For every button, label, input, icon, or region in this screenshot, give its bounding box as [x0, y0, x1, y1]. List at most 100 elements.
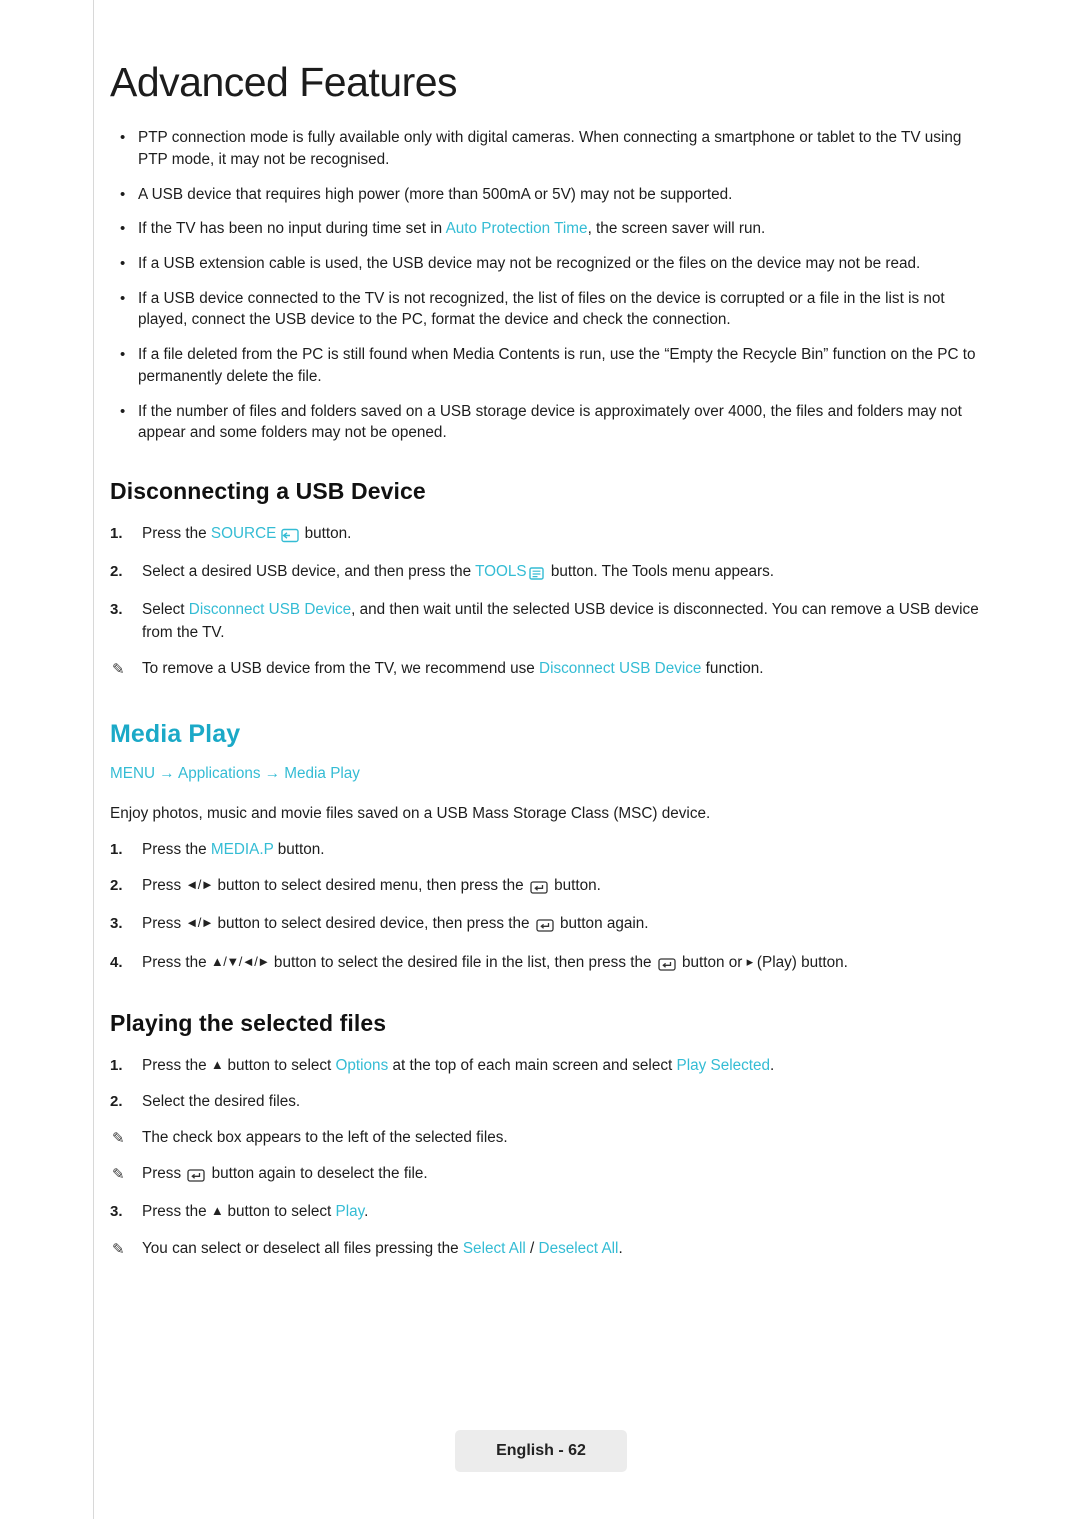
- play-selected-link[interactable]: Play Selected: [677, 1057, 771, 1074]
- breadcrumb: MENU → Applications → Media Play: [110, 765, 990, 783]
- note-checkbox-appears: ✎ The check box appears to the left of t…: [110, 1127, 990, 1149]
- up-arrow-icon: ▲: [210, 1056, 224, 1072]
- step-item: 2. Select the desired files.: [110, 1091, 990, 1113]
- step-item: 1. Press the MEDIA.P button.: [110, 839, 990, 861]
- note-text-tail: function.: [701, 659, 764, 677]
- enter-key-icon: [529, 877, 549, 899]
- step-text-tail: (Play) button.: [752, 953, 848, 971]
- step-text: Select a desired USB device, and then pr…: [142, 563, 476, 581]
- step-item: 3. Press ◄/► button to select desired de…: [110, 913, 990, 937]
- step-number: 3.: [110, 915, 123, 933]
- bullet-icon: •: [120, 346, 126, 364]
- list-item-text-tail: , the screen saver will run.: [587, 220, 766, 238]
- step-text: Press the: [142, 525, 211, 542]
- select-all-link[interactable]: Select All: [463, 1240, 526, 1257]
- step-text: Press the: [142, 1203, 211, 1221]
- note-disconnect-recommend: ✎ To remove a USB device from the TV, we…: [110, 658, 990, 680]
- step-text-after: button or: [677, 953, 747, 971]
- step-text: Press: [142, 915, 186, 933]
- list-item-text: If the TV has been no input during time …: [138, 220, 446, 238]
- bullet-icon: •: [120, 254, 126, 272]
- list-item: • If a USB extension cable is used, the U…: [110, 253, 990, 275]
- list-item: • If a file deleted from the PC is still …: [110, 344, 990, 387]
- note-text-tail: button again to deselect the file.: [207, 1165, 428, 1183]
- page-number-label: English - 62: [496, 1442, 586, 1459]
- note-deselect-file: ✎ Press button again to deselect the fil…: [110, 1163, 990, 1187]
- playing-selected-steps-list-2: 3. Press the ▲ button to select Play.: [110, 1201, 990, 1223]
- breadcrumb-item-media-play[interactable]: Media Play: [284, 765, 360, 782]
- enter-key-icon: [657, 954, 677, 976]
- tools-label[interactable]: TOOLS: [475, 563, 527, 580]
- playing-selected-steps-list: 1. Press the ▲ button to select Options …: [110, 1055, 990, 1113]
- enter-key-icon: [186, 1165, 206, 1187]
- chevron-right-icon: →: [159, 764, 175, 782]
- bullet-icon: •: [120, 129, 126, 147]
- bullet-icon: •: [120, 289, 126, 307]
- list-item: • A USB device that requires high power (…: [110, 184, 990, 206]
- section-heading-disconnecting-usb: Disconnecting a USB Device: [110, 478, 426, 504]
- step-number: 1.: [110, 841, 123, 859]
- step-text-mid: button to select: [223, 1056, 336, 1074]
- step-number: 3.: [110, 601, 123, 619]
- step-number: 1.: [110, 525, 123, 542]
- page-footer: English - 62: [455, 1430, 627, 1472]
- tools-key-icon: [528, 563, 546, 585]
- list-item-text: If a USB device connected to the TV is n…: [138, 289, 945, 329]
- left-right-arrow-icon: ◄/►: [185, 877, 214, 893]
- options-link[interactable]: Options: [336, 1057, 389, 1074]
- pencil-icon: ✎: [112, 1166, 125, 1184]
- breadcrumb-item-applications[interactable]: Applications: [178, 765, 260, 782]
- media-p-key-label[interactable]: MEDIA.P: [211, 841, 274, 858]
- media-play-steps-list: 1. Press the MEDIA.P button. 2. Press ◄/…: [110, 839, 990, 976]
- up-arrow-icon: ▲: [210, 1203, 224, 1219]
- bullet-icon: •: [120, 402, 126, 420]
- step-item: 2. Select a desired USB device, and then…: [110, 561, 990, 585]
- step-text-tail: button.: [273, 841, 325, 859]
- note-text: Press: [142, 1165, 186, 1183]
- list-item-text: If the number of files and folders saved…: [138, 402, 962, 442]
- step-number: 2.: [110, 1092, 123, 1110]
- list-item-text: If a file deleted from the PC is still f…: [138, 346, 976, 385]
- direction-arrows-icon: ▲/▼/◄/►: [210, 953, 270, 969]
- step-text: Press the: [142, 841, 211, 859]
- step-item: 4. Press the ▲/▼/◄/► button to select th…: [110, 952, 990, 976]
- section-heading-playing-selected-files: Playing the selected files: [110, 1009, 387, 1036]
- list-item: • If the TV has been no input during time…: [110, 218, 990, 240]
- disconnect-usb-device-link[interactable]: Disconnect USB Device: [189, 601, 351, 618]
- step-text-mid: button to select: [223, 1203, 336, 1221]
- section-heading-media-play: Media Play: [110, 719, 241, 748]
- step-item: 1. Press the ▲ button to select Options …: [110, 1055, 990, 1077]
- deselect-all-link[interactable]: Deselect All: [539, 1240, 619, 1257]
- breadcrumb-root[interactable]: MENU: [110, 765, 155, 782]
- list-item: • If the number of files and folders save…: [110, 401, 990, 444]
- note-select-all: ✎ You can select or deselect all files p…: [110, 1238, 990, 1260]
- source-label[interactable]: SOURCE: [211, 525, 276, 542]
- step-text: Press the: [142, 1056, 211, 1074]
- notes-bullet-list: • PTP connection mode is fully available …: [110, 127, 990, 444]
- step-number: 2.: [110, 877, 123, 895]
- step-number: 4.: [110, 953, 123, 971]
- disconnect-usb-device-link[interactable]: Disconnect USB Device: [539, 660, 701, 677]
- step-text-tail: button.: [549, 877, 601, 895]
- source-key-icon: [277, 525, 300, 547]
- step-text-mid: button to select desired device, then pr…: [213, 915, 534, 933]
- step-text: Select the desired files.: [142, 1092, 301, 1110]
- step-text-tail: button.: [300, 525, 352, 542]
- list-item: • If a USB device connected to the TV is …: [110, 288, 990, 331]
- pencil-icon: ✎: [112, 1240, 125, 1258]
- page-content: Advanced Features • PTP connection mode i…: [110, 59, 990, 1274]
- step-number: 2.: [110, 563, 123, 581]
- enter-key-icon: [535, 915, 555, 937]
- step-item: 2. Press ◄/► button to select desired me…: [110, 875, 990, 899]
- left-right-arrow-icon: ◄/►: [185, 915, 214, 931]
- chevron-right-icon: →: [264, 764, 281, 782]
- play-link[interactable]: Play: [336, 1203, 365, 1220]
- auto-protection-time-link[interactable]: Auto Protection Time: [446, 220, 588, 237]
- note-text: The check box appears to the left of the…: [142, 1129, 508, 1147]
- step-item: 3. Select Disconnect USB Device, and the…: [110, 599, 990, 643]
- bullet-icon: •: [120, 220, 126, 238]
- step-text-mid: button to select desired menu, then pres…: [213, 877, 528, 895]
- bullet-icon: •: [120, 185, 126, 203]
- step-text: Select: [142, 601, 189, 619]
- step-text: Press the: [142, 953, 211, 971]
